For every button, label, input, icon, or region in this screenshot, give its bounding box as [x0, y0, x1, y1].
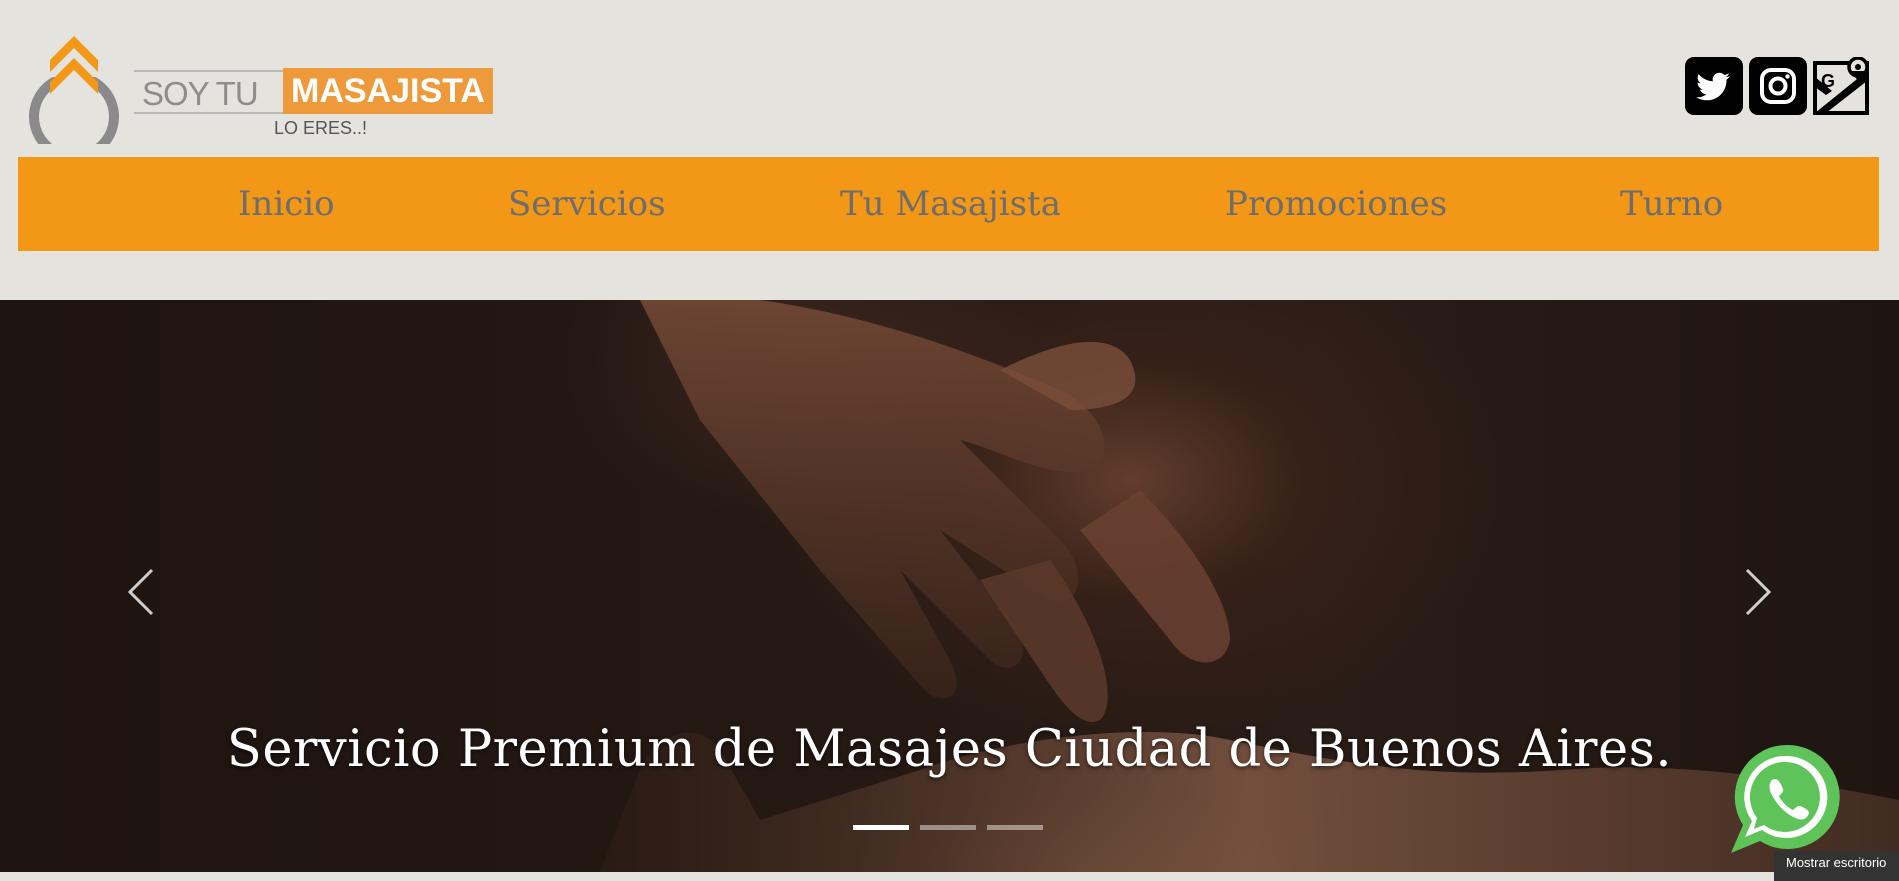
- instagram-link[interactable]: [1749, 57, 1807, 115]
- logo-text-soytu: SOY TU: [134, 70, 284, 114]
- logo-tagline: LO ERES..!: [274, 118, 368, 138]
- chevron-right-icon: [1745, 568, 1772, 616]
- svg-text:G: G: [1821, 71, 1835, 91]
- desktop-tooltip: Mostrar escritorio: [1774, 851, 1899, 881]
- hero-carousel: Servicio Premium de Masajes Ciudad de Bu…: [0, 300, 1899, 872]
- nav-item-tu-masajista[interactable]: Tu Masajista: [840, 157, 1061, 251]
- nav-item-promociones[interactable]: Promociones: [1225, 157, 1447, 251]
- nav-item-inicio[interactable]: Inicio: [238, 157, 335, 251]
- nav-item-turno[interactable]: Turno: [1620, 157, 1723, 251]
- twitter-link[interactable]: [1685, 57, 1743, 115]
- twitter-icon: [1696, 72, 1730, 101]
- carousel-prev-button[interactable]: [122, 562, 162, 622]
- whatsapp-button[interactable]: [1725, 737, 1845, 857]
- site-header: SOY TU MASAJISTA LO ERES..! G: [0, 0, 1899, 300]
- main-navbar: Inicio Servicios Tu Masajista Promocione…: [18, 157, 1879, 251]
- logo-text-masajista: MASAJISTA: [283, 68, 493, 114]
- brand-logo[interactable]: SOY TU MASAJISTA LO ERES..!: [26, 32, 496, 144]
- carousel-indicator-1[interactable]: [853, 825, 909, 830]
- google-maps-link[interactable]: G: [1812, 57, 1870, 115]
- instagram-icon: [1760, 68, 1796, 104]
- logo-mark-icon: [29, 36, 119, 144]
- hero-caption: Servicio Premium de Masajes Ciudad de Bu…: [226, 720, 1673, 779]
- carousel-indicator-3[interactable]: [987, 825, 1043, 830]
- hero-background-image: [600, 300, 1899, 872]
- chevron-left-icon: [127, 568, 154, 616]
- carousel-next-button[interactable]: [1737, 562, 1777, 622]
- google-maps-icon: G: [1813, 57, 1869, 115]
- carousel-indicator-2[interactable]: [920, 825, 976, 830]
- nav-item-servicios[interactable]: Servicios: [508, 157, 666, 251]
- whatsapp-icon: [1731, 744, 1840, 853]
